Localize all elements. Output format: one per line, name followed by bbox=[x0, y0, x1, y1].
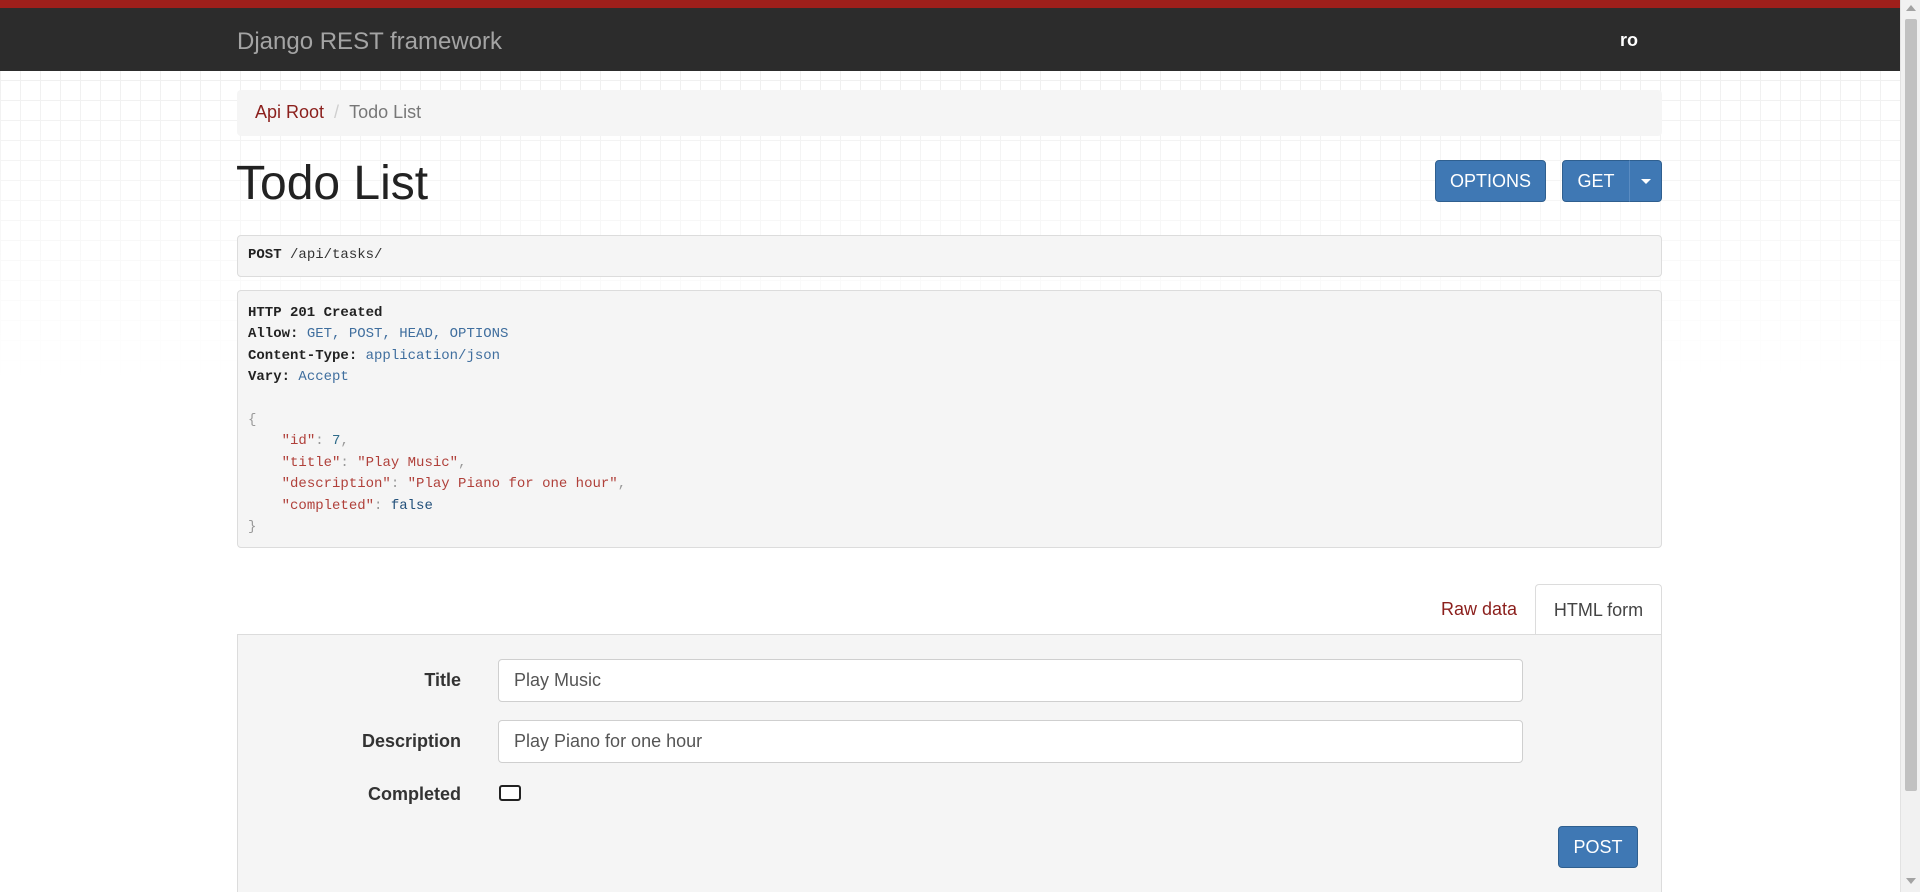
scrollbar-thumb[interactable] bbox=[1905, 19, 1917, 791]
vertical-scrollbar[interactable] bbox=[1900, 0, 1920, 892]
header-value: application/json bbox=[365, 347, 501, 364]
brand-link[interactable]: Django REST framework bbox=[237, 28, 502, 56]
response-info: HTTP 201 Created Allow: GET, POST, HEAD,… bbox=[237, 290, 1662, 548]
json-key: "description" bbox=[281, 476, 391, 493]
breadcrumb: Api Root / Todo List bbox=[237, 90, 1662, 136]
completed-label: Completed bbox=[367, 784, 461, 804]
header-value: Accept bbox=[298, 369, 349, 386]
json-key: "id" bbox=[281, 433, 316, 450]
request-method: POST bbox=[248, 247, 282, 263]
options-button[interactable]: OPTIONS bbox=[1435, 160, 1546, 202]
request-path: /api/tasks/ bbox=[290, 247, 383, 263]
json-field: "completed": false bbox=[281, 497, 433, 514]
title-label: Title bbox=[424, 670, 461, 690]
header-name: Content-Type: bbox=[248, 347, 358, 364]
breadcrumb-separator: / bbox=[334, 102, 340, 122]
json-field: "title": "Play Music", bbox=[281, 454, 467, 471]
response-header: Vary: Accept bbox=[248, 367, 1651, 388]
navbar-accent-bar bbox=[0, 0, 1900, 8]
get-format-dropdown[interactable] bbox=[1629, 160, 1662, 202]
response-header: Content-Type: application/json bbox=[248, 346, 1651, 367]
json-value: "Play Music" bbox=[357, 454, 459, 471]
post-button[interactable]: POST bbox=[1558, 826, 1638, 868]
json-close-brace: } bbox=[248, 518, 257, 535]
completed-checkbox[interactable] bbox=[499, 785, 521, 801]
request-info: POST /api/tasks/ bbox=[237, 235, 1662, 277]
header-value: GET, POST, HEAD, OPTIONS bbox=[306, 326, 509, 343]
json-key: "completed" bbox=[281, 497, 375, 514]
user-menu[interactable]: ro bbox=[1620, 30, 1638, 51]
header-name: Allow: bbox=[248, 326, 299, 343]
json-value: "Play Piano for one hour" bbox=[407, 476, 618, 493]
response-header: Allow: GET, POST, HEAD, OPTIONS bbox=[248, 324, 1651, 345]
json-field: "id": 7, bbox=[281, 433, 349, 450]
tab-html-form[interactable]: HTML form bbox=[1535, 584, 1662, 636]
breadcrumb-api-root[interactable]: Api Root bbox=[255, 102, 324, 122]
title-input[interactable] bbox=[498, 659, 1523, 702]
navbar: Django REST framework ro bbox=[0, 8, 1900, 71]
json-field: "description": "Play Piano for one hour"… bbox=[281, 476, 627, 493]
breadcrumb-todo-list: Todo List bbox=[349, 102, 422, 122]
html-form-panel: Title Description Completed POST bbox=[237, 634, 1662, 892]
description-input[interactable] bbox=[498, 720, 1523, 763]
scroll-down-arrow-icon[interactable] bbox=[1906, 878, 1916, 884]
page-title: Todo List bbox=[236, 157, 429, 210]
json-value: false bbox=[390, 497, 433, 514]
json-open-brace: { bbox=[248, 411, 257, 428]
description-label: Description bbox=[361, 731, 461, 751]
scroll-up-arrow-icon[interactable] bbox=[1906, 5, 1916, 11]
response-status: HTTP 201 Created bbox=[248, 305, 383, 321]
caret-down-icon bbox=[1641, 179, 1651, 184]
json-key: "title" bbox=[281, 454, 341, 471]
get-button[interactable]: GET bbox=[1562, 160, 1630, 202]
header-name: Vary: bbox=[248, 369, 291, 386]
tab-raw-data[interactable]: Raw data bbox=[1424, 584, 1534, 636]
